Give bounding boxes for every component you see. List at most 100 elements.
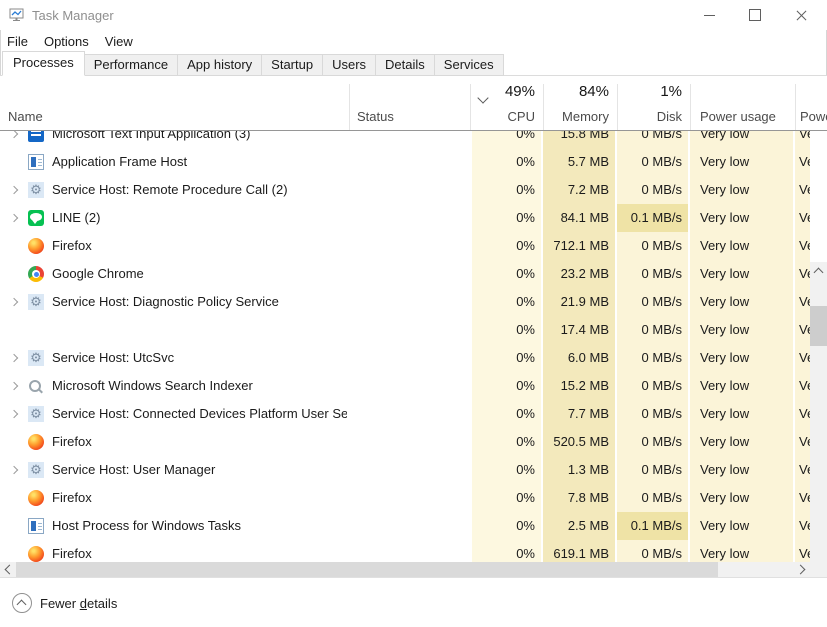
tab-performance[interactable]: Performance [84, 54, 178, 76]
tab-services[interactable]: Services [434, 54, 504, 76]
tab-details[interactable]: Details [375, 54, 435, 76]
tab-processes[interactable]: Processes [2, 51, 85, 76]
column-header-disk[interactable]: 1% Disk [617, 76, 688, 130]
scroll-up-icon[interactable] [810, 262, 827, 279]
window-icon [28, 518, 44, 534]
process-row[interactable]: Firefox 0% 712.1 MB 0 MB/s Very low Ve [0, 232, 810, 260]
column-header-memory[interactable]: 84% Memory [543, 76, 615, 130]
power-usage-value: Very low [700, 260, 793, 288]
process-row[interactable]: 0% 17.4 MB 0 MB/s Very low Ve [0, 316, 810, 344]
power-usage-value: Very low [700, 456, 793, 484]
tab-app-history[interactable]: App history [177, 54, 262, 76]
process-row[interactable]: Host Process for Windows Tasks 0% 2.5 MB… [0, 512, 810, 540]
firefox-icon [28, 490, 44, 506]
process-name: LINE (2) [52, 204, 347, 232]
power-trend-value: Ve [799, 148, 810, 176]
minimize-button[interactable] [686, 0, 732, 30]
process-row[interactable]: Service Host: User Manager 0% 1.3 MB 0 M… [0, 456, 810, 484]
expand-chevron-icon[interactable] [6, 131, 22, 148]
process-name: Service Host: Remote Procedure Call (2) [52, 176, 347, 204]
menu-file[interactable]: File [7, 32, 39, 51]
cpu-value: 0% [472, 148, 535, 176]
expand-chevron-icon[interactable] [6, 204, 22, 232]
power-usage-value: Very low [700, 288, 793, 316]
process-name: Firefox [52, 540, 347, 562]
window-controls [686, 0, 824, 30]
column-header-status[interactable]: Status [357, 109, 394, 124]
cpu-value: 0% [472, 400, 535, 428]
disk-value: 0.1 MB/s [617, 512, 688, 540]
disk-value: 0 MB/s [617, 288, 688, 316]
column-header-power-trend[interactable]: Powe [800, 109, 827, 124]
process-row[interactable]: Service Host: Connected Devices Platform… [0, 400, 810, 428]
scrollbar-corner [810, 562, 827, 577]
process-row[interactable]: Google Chrome 0% 23.2 MB 0 MB/s Very low… [0, 260, 810, 288]
cpu-value: 0% [472, 540, 535, 562]
process-row[interactable]: LINE (2) 0% 84.1 MB 0.1 MB/s Very low Ve [0, 204, 810, 232]
memory-value: 520.5 MB [543, 428, 609, 456]
disk-value: 0 MB/s [617, 428, 688, 456]
expand-chevron-icon[interactable] [6, 288, 22, 316]
process-row[interactable]: Firefox 0% 7.8 MB 0 MB/s Very low Ve [0, 484, 810, 512]
process-row[interactable]: Service Host: UtcSvc 0% 6.0 MB 0 MB/s Ve… [0, 344, 810, 372]
disk-value: 0 MB/s [617, 176, 688, 204]
disk-value: 0 MB/s [617, 484, 688, 512]
process-row[interactable]: Service Host: Remote Procedure Call (2) … [0, 176, 810, 204]
menu-options[interactable]: Options [39, 32, 100, 51]
disk-value: 0 MB/s [617, 540, 688, 562]
column-header-name[interactable]: Name [8, 109, 43, 124]
process-name: Service Host: Connected Devices Platform… [52, 400, 347, 428]
memory-value: 7.8 MB [543, 484, 609, 512]
fewer-details-toggle[interactable]: Fewer details [12, 593, 117, 613]
power-usage-value: Very low [700, 204, 793, 232]
column-header-power-usage[interactable]: Power usage [700, 109, 776, 124]
expand-chevron-icon[interactable] [6, 176, 22, 204]
process-rows: Microsoft Text Input Application (3) 0% … [0, 131, 810, 562]
memory-total-percent: 84% [579, 83, 609, 100]
window-icon [28, 154, 44, 170]
expand-chevron-icon[interactable] [6, 344, 22, 372]
process-name: Service Host: UtcSvc [52, 344, 347, 372]
power-usage-value: Very low [700, 484, 793, 512]
maximize-button[interactable] [732, 0, 778, 30]
menu-bar: File Options View [0, 30, 827, 52]
process-row[interactable]: Microsoft Windows Search Indexer 0% 15.2… [0, 372, 810, 400]
horizontal-scrollbar-thumb[interactable] [16, 562, 718, 577]
tab-startup[interactable]: Startup [261, 54, 323, 76]
horizontal-scrollbar[interactable] [0, 562, 810, 577]
disk-value: 0 MB/s [617, 372, 688, 400]
memory-value: 1.3 MB [543, 456, 609, 484]
power-usage-value: Very low [700, 316, 793, 344]
expand-chevron-icon[interactable] [6, 456, 22, 484]
cpu-total-percent: 49% [505, 83, 535, 100]
power-trend-value: Ve [799, 288, 810, 316]
process-name: Firefox [52, 428, 347, 456]
scroll-left-icon[interactable] [0, 562, 16, 577]
scroll-right-icon[interactable] [794, 562, 810, 577]
process-row[interactable]: Firefox 0% 520.5 MB 0 MB/s Very low Ve [0, 428, 810, 456]
vertical-scrollbar-thumb[interactable] [810, 306, 827, 346]
tab-users[interactable]: Users [322, 54, 376, 76]
vertical-scrollbar[interactable] [810, 262, 827, 562]
memory-value: 15.2 MB [543, 372, 609, 400]
close-button[interactable] [778, 0, 824, 30]
process-row[interactable]: Application Frame Host 0% 5.7 MB 0 MB/s … [0, 148, 810, 176]
menu-view[interactable]: View [100, 32, 144, 51]
power-usage-value: Very low [700, 131, 793, 148]
expand-chevron-icon[interactable] [6, 372, 22, 400]
cpu-value: 0% [472, 204, 535, 232]
memory-value: 21.9 MB [543, 288, 609, 316]
gear-icon [28, 182, 44, 198]
expand-chevron-icon[interactable] [6, 400, 22, 428]
process-row[interactable]: Microsoft Text Input Application (3) 0% … [0, 131, 810, 148]
tab-strip: Processes Performance App history Startu… [0, 53, 827, 76]
cpu-value: 0% [472, 232, 535, 260]
process-row[interactable]: Firefox 0% 619.1 MB 0 MB/s Very low Ve [0, 540, 810, 562]
memory-value: 712.1 MB [543, 232, 609, 260]
keyboard-icon [28, 131, 44, 142]
power-usage-value: Very low [700, 344, 793, 372]
process-row[interactable]: Service Host: Diagnostic Policy Service … [0, 288, 810, 316]
cpu-value: 0% [472, 260, 535, 288]
cpu-value: 0% [472, 372, 535, 400]
footer-bar: Fewer details End task [0, 577, 827, 627]
